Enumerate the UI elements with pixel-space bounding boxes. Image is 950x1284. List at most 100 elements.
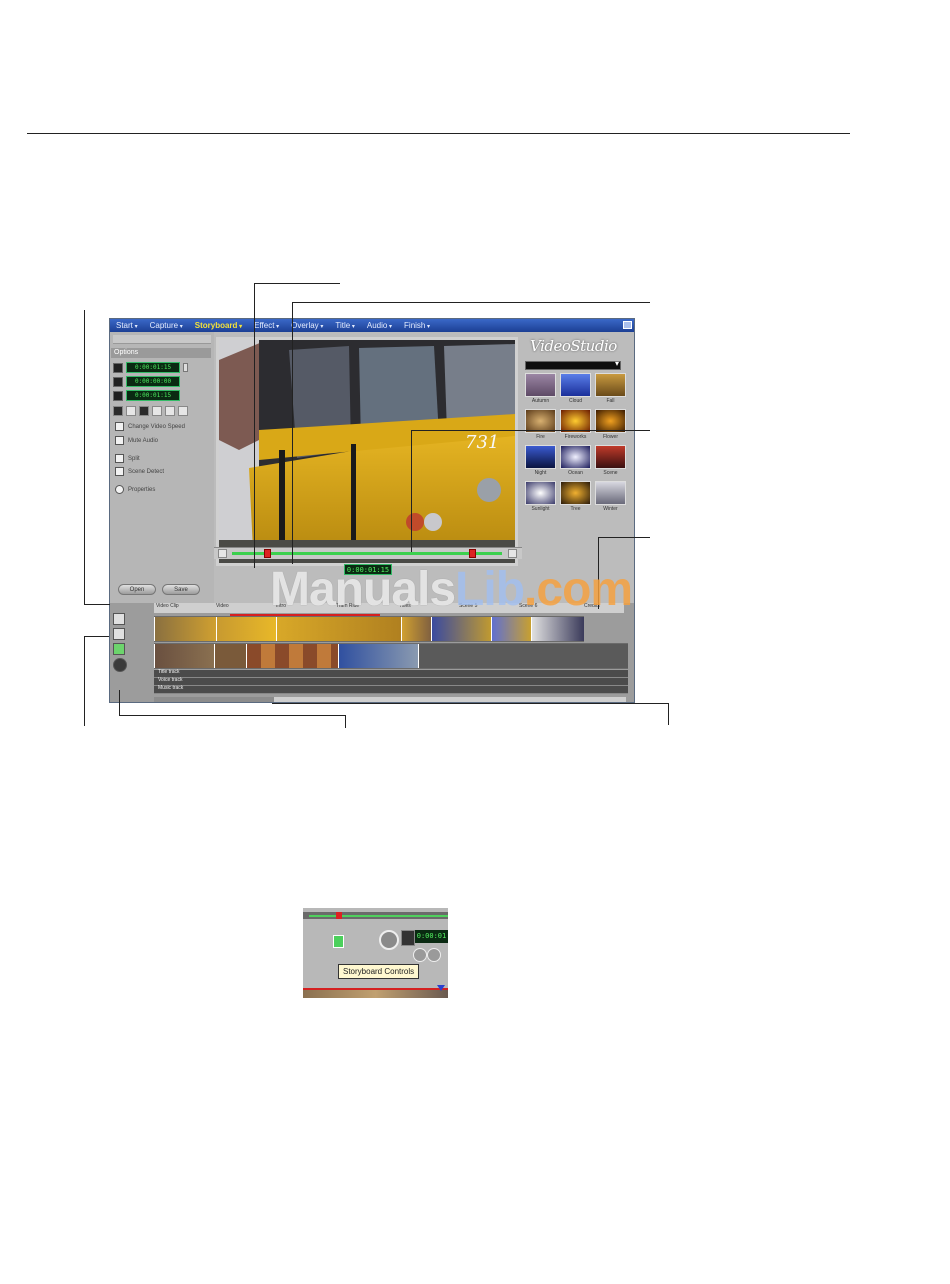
thumb-item[interactable]: Night [525,445,556,479]
thumb-item[interactable]: Scene [595,445,626,479]
thumb-image [560,373,591,397]
menu-overlay[interactable]: Overlay [291,321,323,330]
tooltip: Storyboard Controls [338,964,420,979]
option-mute[interactable]: Mute Audio [115,436,158,445]
inset-control-button[interactable] [401,930,415,946]
preview-window: 731 [216,337,518,566]
thumb-image [595,445,626,469]
end-button[interactable] [178,405,188,416]
trim-end-marker[interactable] [469,549,476,558]
panel-title: Options [111,348,211,358]
overlay-clip[interactable] [246,644,338,668]
video-clip[interactable] [216,617,276,641]
callout-line [84,636,85,726]
callout-line [254,283,340,284]
timeline-scroll-thumb[interactable] [154,697,274,702]
mark-out-icon [113,390,123,401]
step-back-button[interactable] [152,405,162,416]
zoom-dial[interactable] [113,658,127,672]
callout-line [345,715,346,728]
video-track[interactable] [154,616,584,642]
go-start-button[interactable] [218,549,227,558]
menu-start[interactable]: Start [116,321,138,330]
video-clip[interactable] [431,617,491,641]
thumb-item[interactable]: Winter [595,481,626,515]
properties-icon [115,485,124,494]
inset-storyboard-icon[interactable] [333,935,344,948]
callout-line [598,537,650,538]
thumb-item[interactable]: Flower [595,409,626,443]
voice-track[interactable]: Voice track [154,677,628,686]
menu-capture[interactable]: Capture [150,321,183,330]
thumb-item[interactable]: Sunlight [525,481,556,515]
title-track[interactable]: Title track [154,669,628,678]
thumb-item[interactable]: Ocean [560,445,591,479]
inset-round-button[interactable] [413,948,427,962]
preview-scrubber[interactable] [214,547,522,559]
menu-bar: Start Capture Storyboard Effect Overlay … [110,319,634,332]
thumb-image [525,445,556,469]
timeline-scrollbar[interactable] [154,697,626,702]
overlay-empty[interactable] [418,644,628,668]
menu-finish[interactable]: Finish [404,321,430,330]
inset-round-button[interactable] [427,948,441,962]
video-clip[interactable] [154,617,216,641]
menu-effect[interactable]: Effect [254,321,279,330]
brand-logo: VideoStudio [530,337,617,355]
thumb-item[interactable]: Tree [560,481,591,515]
callout-line [254,283,255,568]
mark-in-icon [113,376,123,387]
thumb-item[interactable]: Fire [525,409,556,443]
inset-timecode: 0:00:01 [415,930,448,943]
thumbnail-grid: Autumn Cloud Fall Fire Fireworks Flower … [525,373,630,515]
menu-storyboard[interactable]: Storyboard [195,321,242,330]
thumb-item[interactable]: Autumn [525,373,556,407]
overlay-clip[interactable] [154,644,214,668]
video-clip[interactable] [531,617,584,641]
inset-jog-dial[interactable] [379,930,399,950]
audio-view-button[interactable] [113,643,125,655]
option-speed[interactable]: Change Video Speed [115,422,185,431]
video-clip[interactable] [491,617,531,641]
mark-out-field[interactable]: 0:00:01:15 [126,390,180,401]
inset-clip-strip [303,990,448,998]
thumb-item[interactable]: Fall [595,373,626,407]
callout-line [119,690,120,715]
menu-audio[interactable]: Audio [367,321,392,330]
duration-field[interactable]: 0:00:01:15 [126,362,180,373]
overlay-clip[interactable] [214,644,246,668]
thumb-item[interactable]: Cloud [560,373,591,407]
trim-start-marker[interactable] [264,549,271,558]
music-track[interactable]: Music track [154,685,628,694]
window-control-icon[interactable] [623,321,632,329]
mark-out-row: 0:00:01:15 [113,390,180,401]
duration-row: 0:00:01:15 [113,362,188,373]
inset-marker [336,912,342,919]
save-button[interactable]: Save [162,584,200,595]
overlay-clip[interactable] [338,644,418,668]
overlay-track[interactable] [154,643,628,669]
open-button[interactable]: Open [118,584,156,595]
menu-title[interactable]: Title [335,321,355,330]
duration-spinner[interactable] [183,363,188,372]
storyboard-view-button[interactable] [113,613,125,625]
timeline-view-button[interactable] [113,628,125,640]
option-split-label: Split [128,455,140,462]
video-clip[interactable] [276,617,401,641]
option-split[interactable]: Split [115,454,140,463]
library-dropdown[interactable] [525,359,621,370]
page-rule [27,133,850,134]
callout-line [84,310,85,604]
option-properties[interactable]: Properties [115,485,155,494]
video-clip[interactable] [401,617,431,641]
option-properties-label: Properties [128,486,156,493]
mark-in-field[interactable]: 0:00:00:00 [126,376,180,387]
play-button[interactable] [126,405,136,416]
playback-controls [113,405,188,416]
option-scene[interactable]: Scene Detect [115,467,164,476]
pause-button[interactable] [139,405,149,416]
rewind-button[interactable] [113,405,123,416]
thumb-item[interactable]: Fireworks [560,409,591,443]
go-end-button[interactable] [508,549,517,558]
step-forward-button[interactable] [165,405,175,416]
